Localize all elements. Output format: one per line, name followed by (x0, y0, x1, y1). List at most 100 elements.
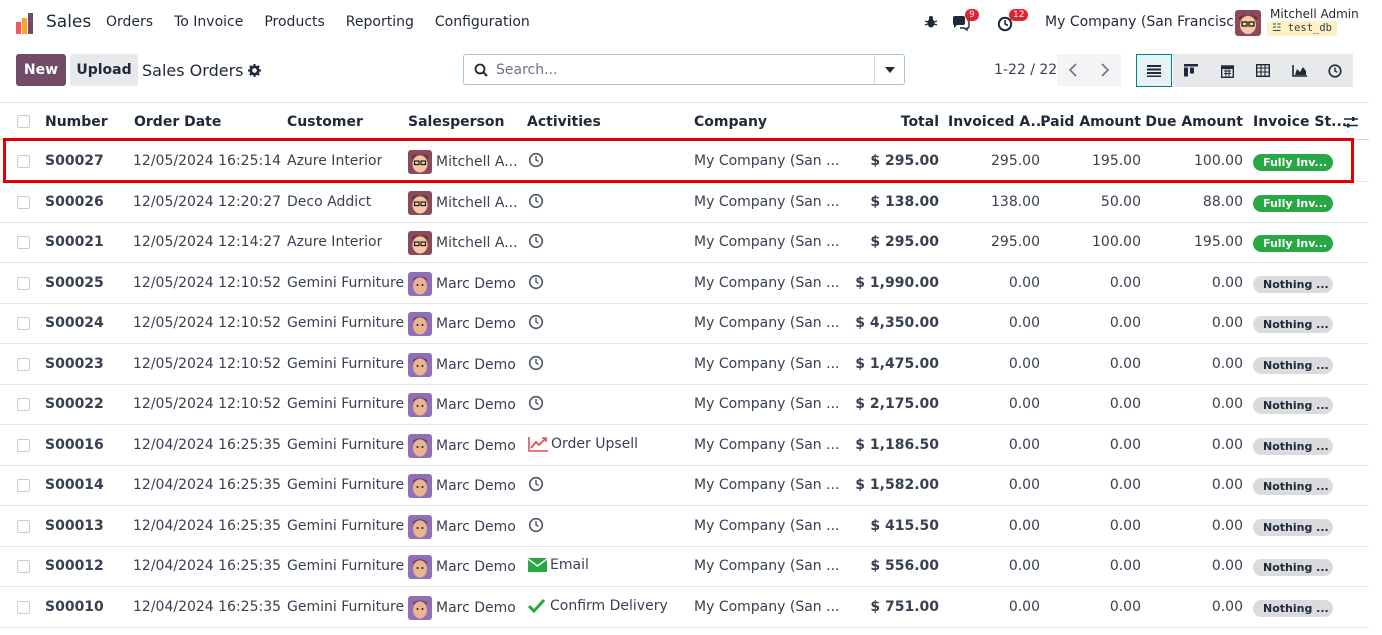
salesperson-avatar[interactable] (408, 433, 432, 458)
salesperson-avatar[interactable] (408, 474, 432, 498)
menu-products[interactable]: Products (264, 14, 324, 30)
activity-clock-icon[interactable] (528, 314, 544, 330)
row-checkbox[interactable] (17, 438, 30, 452)
activity-clock-icon[interactable] (528, 193, 544, 209)
activity-widget[interactable]: Confirm Delivery (528, 598, 668, 614)
upload-button[interactable]: Upload (70, 54, 138, 86)
table-row[interactable]: S00027 12/05/2024 16:25:14 Azure Interior M… (0, 142, 1369, 182)
activity-clock-icon[interactable] (528, 476, 544, 492)
activity-widget[interactable] (528, 274, 544, 290)
row-checkbox[interactable] (17, 276, 30, 290)
salesperson-avatar[interactable] (408, 352, 432, 377)
row-checkbox[interactable] (17, 236, 30, 249)
salesperson-avatar[interactable] (408, 231, 432, 255)
salesperson-avatar[interactable] (408, 514, 432, 539)
activities-button[interactable]: 12 (997, 9, 1031, 35)
sales-app-icon[interactable] (15, 12, 37, 34)
salesperson-avatar[interactable] (408, 150, 432, 174)
activity-clock-icon[interactable] (528, 395, 544, 411)
table-row[interactable]: S00023 12/05/2024 12:10:52 Gemini Furnitur… (0, 345, 1369, 385)
menu-reporting[interactable]: Reporting (346, 14, 414, 30)
activity-view-button[interactable] (1317, 54, 1353, 87)
row-checkbox[interactable] (17, 398, 30, 411)
column-header-due-amount[interactable]: Due Amount (1145, 114, 1243, 130)
activity-clock-icon[interactable] (528, 233, 544, 249)
table-row[interactable]: S00013 12/04/2024 16:25:35 Gemini Furnitur… (0, 507, 1369, 547)
row-checkbox[interactable] (17, 479, 30, 492)
salesperson-avatar[interactable] (408, 312, 432, 336)
menu-to-invoice[interactable]: To Invoice (174, 14, 243, 30)
table-row[interactable]: S00025 12/05/2024 12:10:52 Gemini Furnitur… (0, 264, 1369, 304)
customer-name: Gemini Furniture (287, 558, 405, 574)
new-button[interactable]: New (16, 54, 66, 86)
column-header-total[interactable]: Total (901, 114, 939, 130)
pager-value[interactable]: 1-22 / 22 (994, 62, 1057, 78)
search-input[interactable] (496, 60, 866, 80)
column-header-customer[interactable]: Customer (287, 114, 363, 130)
optional-columns-icon[interactable] (1344, 116, 1358, 129)
calendar-view-button[interactable] (1209, 54, 1245, 87)
activity-widget[interactable]: Order Upsell (528, 436, 638, 452)
kanban-view-button[interactable] (1173, 54, 1209, 87)
activity-widget[interactable] (528, 152, 544, 168)
row-checkbox[interactable] (17, 317, 30, 330)
activity-widget[interactable]: Email (528, 557, 589, 573)
column-header-order-date[interactable]: Order Date (134, 114, 221, 130)
table-row[interactable]: S00021 12/05/2024 12:14:27 Azure Interior M… (0, 223, 1369, 263)
column-header-activities[interactable]: Activities (527, 114, 601, 130)
order-date: 12/04/2024 16:25:35 (133, 436, 282, 453)
menu-configuration[interactable]: Configuration (435, 14, 530, 30)
salesperson-avatar[interactable] (408, 595, 432, 620)
column-header-paid-amount[interactable]: Paid Amount (1040, 114, 1141, 130)
row-checkbox[interactable] (17, 560, 30, 573)
column-header-invoiced-amount[interactable]: Invoiced A... (948, 114, 1046, 130)
activity-widget[interactable] (528, 233, 544, 249)
search-options-toggle[interactable] (874, 55, 904, 84)
messages-button[interactable]: 9 (951, 9, 981, 35)
app-name[interactable]: Sales (46, 12, 91, 32)
row-checkbox[interactable] (17, 195, 30, 209)
row-checkbox[interactable] (17, 357, 30, 371)
table-row[interactable]: S00022 12/05/2024 12:10:52 Gemini Furnitur… (0, 385, 1369, 425)
activity-clock-icon[interactable] (528, 274, 544, 290)
activity-clock-icon[interactable] (528, 152, 544, 168)
debug-bug-icon[interactable] (924, 15, 938, 29)
row-checkbox[interactable] (17, 519, 30, 533)
activity-clock-icon[interactable] (528, 517, 544, 533)
salesperson-avatar[interactable] (408, 271, 432, 296)
user-avatar[interactable] (1235, 10, 1261, 36)
activity-widget[interactable] (528, 476, 544, 492)
company-switcher[interactable]: My Company (San Francisco) (1045, 14, 1248, 30)
pivot-view-button[interactable] (1245, 54, 1281, 87)
envelope-icon (528, 558, 547, 572)
menu-orders[interactable]: Orders (106, 14, 153, 30)
activity-widget[interactable] (528, 395, 544, 411)
activity-widget[interactable] (528, 193, 544, 209)
graph-view-button[interactable] (1281, 54, 1317, 87)
salesperson-avatar[interactable] (408, 190, 432, 215)
row-checkbox[interactable] (17, 600, 30, 614)
activity-clock-icon[interactable] (528, 355, 544, 371)
list-view-button[interactable] (1136, 54, 1172, 87)
pager-previous-button[interactable] (1057, 54, 1089, 86)
select-all-checkbox[interactable] (17, 115, 30, 128)
table-row[interactable]: S00024 12/05/2024 12:10:52 Gemini Furnitur… (0, 304, 1369, 344)
table-row[interactable]: S00012 12/04/2024 16:25:35 Gemini Furnitur… (0, 547, 1369, 587)
row-checkbox[interactable] (17, 155, 30, 168)
table-row[interactable]: S00026 12/05/2024 12:20:27 Deco Addict Mitc… (0, 183, 1369, 223)
user-name[interactable]: Mitchell Admin (1270, 7, 1359, 21)
activity-widget[interactable] (528, 517, 544, 533)
salesperson-avatar[interactable] (408, 393, 432, 417)
column-header-company[interactable]: Company (694, 114, 767, 130)
table-row[interactable]: S00010 12/04/2024 16:25:35 Gemini Furnitur… (0, 588, 1369, 628)
gear-icon[interactable] (248, 64, 262, 77)
table-row[interactable]: S00014 12/04/2024 16:25:35 Gemini Furnitur… (0, 466, 1369, 506)
activity-widget[interactable] (528, 355, 544, 371)
column-header-number[interactable]: Number (45, 114, 108, 130)
column-header-salesperson[interactable]: Salesperson (408, 114, 505, 130)
table-row[interactable]: S00016 12/04/2024 16:25:35 Gemini Furnitur… (0, 426, 1369, 466)
column-header-invoice-status[interactable]: Invoice St... (1253, 114, 1347, 130)
pager-next-button[interactable] (1089, 54, 1121, 86)
activity-widget[interactable] (528, 314, 544, 330)
salesperson-avatar[interactable] (408, 555, 432, 579)
